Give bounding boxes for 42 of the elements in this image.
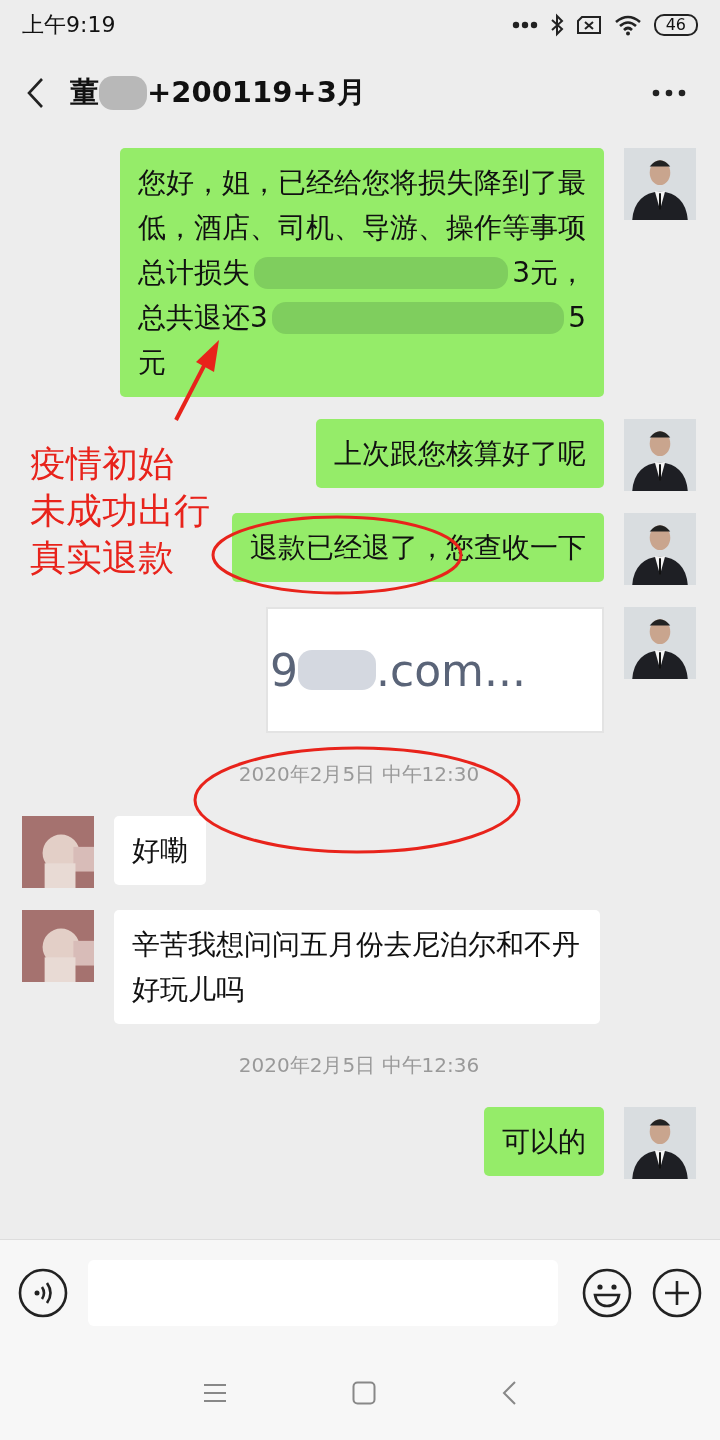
message-text: 总共退还3 — [138, 300, 268, 336]
annotation-text: 未成功出行 — [30, 489, 210, 533]
avatar — [624, 148, 696, 220]
message-text: 好嘞 — [132, 833, 188, 869]
voice-icon[interactable] — [18, 1267, 68, 1318]
status-time: 上午9:19 — [22, 11, 116, 39]
message-text: 总计损失 — [138, 255, 250, 291]
image-message[interactable]: 9 .com... — [266, 607, 604, 733]
message-text: 3元， — [512, 255, 586, 291]
plus-icon[interactable] — [652, 1267, 702, 1318]
more-icon[interactable] — [652, 88, 686, 97]
timestamp: 2020年2月5日 中午12:30 — [238, 761, 480, 788]
message-text: 上次跟您核算好了呢 — [334, 436, 586, 472]
sim-icon — [575, 15, 602, 35]
message-text: 辛苦我想问问五月份去尼泊尔和不丹好玩儿吗 — [132, 927, 581, 1008]
message-text: 元 — [138, 345, 166, 381]
battery-level: 46 — [653, 14, 698, 36]
avatar — [624, 607, 696, 679]
avatar — [624, 419, 696, 491]
more-dots-icon — [511, 21, 538, 29]
message-text: 5 — [568, 300, 586, 336]
image-text: 9 — [270, 644, 298, 696]
avatar — [22, 910, 94, 982]
chat-title: +200119+3月 — [147, 73, 366, 111]
image-text: .com... — [376, 644, 526, 696]
message-text: 您好，姐，已经给您将损失降到了最 — [138, 165, 586, 201]
wifi-icon — [613, 14, 642, 36]
avatar — [624, 513, 696, 585]
avatar — [624, 1107, 696, 1179]
timestamp: 2020年2月5日 中午12:36 — [238, 1052, 480, 1079]
back-icon[interactable] — [26, 76, 44, 109]
bluetooth-icon — [549, 13, 564, 37]
emoji-icon[interactable] — [582, 1267, 632, 1318]
home-icon[interactable] — [352, 1380, 376, 1405]
message-text: 低，酒店、司机、导游、操作等事项 — [138, 210, 586, 246]
chat-title: 董 — [70, 73, 99, 111]
redacted-block — [99, 75, 147, 110]
annotation-text: 真实退款 — [30, 536, 174, 580]
annotation-text: 疫情初始 — [30, 442, 174, 486]
avatar — [22, 816, 94, 888]
message-text: 可以的 — [502, 1124, 586, 1160]
menu-icon[interactable] — [203, 1382, 227, 1403]
